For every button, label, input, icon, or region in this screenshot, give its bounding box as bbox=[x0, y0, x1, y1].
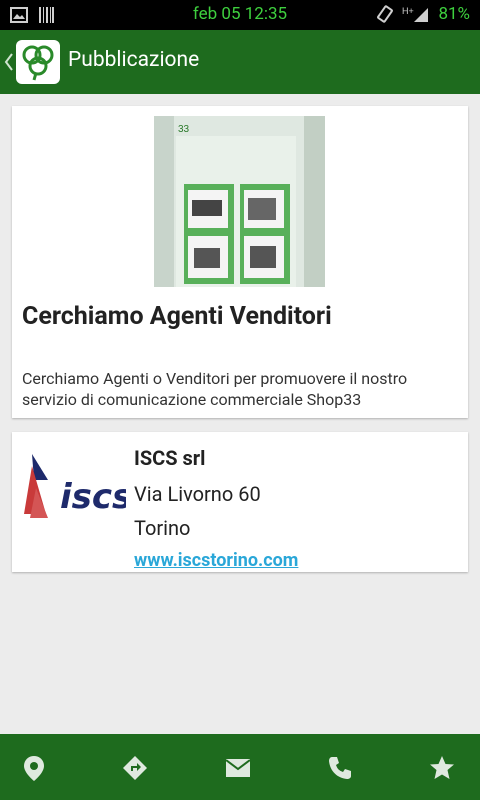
svg-text:H+: H+ bbox=[402, 6, 414, 16]
star-icon[interactable] bbox=[428, 754, 456, 782]
rotation-icon bbox=[377, 5, 394, 23]
clover-icon bbox=[22, 45, 54, 81]
post-description: Cerchiamo Agenti o Venditori per promuov… bbox=[22, 369, 408, 409]
company-name: ISCS srl bbox=[134, 446, 206, 470]
signal-icon: H+ bbox=[402, 6, 429, 22]
post-title: Cerchiamo Agenti Venditori bbox=[22, 302, 332, 331]
company-address: Via Livorno 60 bbox=[134, 482, 261, 506]
sail-logo: iscs bbox=[24, 454, 132, 518]
battery-level: 81% bbox=[438, 4, 470, 24]
company-website-link[interactable]: www.iscstorino.com bbox=[134, 550, 298, 571]
status-bar: feb 05 12:35 H+ 81% bbox=[0, 0, 480, 30]
post-photo: 33 bbox=[154, 116, 325, 287]
directions-icon[interactable] bbox=[121, 754, 149, 782]
company-info: ISCS srl Via Livorno 60 Torino www.iscst… bbox=[134, 446, 298, 571]
phone-icon[interactable] bbox=[326, 754, 354, 782]
email-icon[interactable] bbox=[224, 754, 252, 782]
location-pin-icon[interactable] bbox=[20, 754, 48, 782]
post-card: 33 Cerchiamo Agenti Venditori Cerchiamo … bbox=[12, 106, 468, 418]
status-right: H+ 81% bbox=[376, 4, 470, 24]
app-bar: Pubblicazione bbox=[0, 30, 480, 94]
back-chevron-icon[interactable] bbox=[4, 52, 14, 72]
app-logo[interactable] bbox=[16, 40, 60, 84]
post-image: 33 bbox=[154, 116, 325, 287]
company-logo-text: iscs bbox=[60, 477, 126, 517]
company-card: iscs ISCS srl Via Livorno 60 Torino www.… bbox=[12, 432, 468, 572]
svg-text:33: 33 bbox=[178, 124, 190, 135]
company-city: Torino bbox=[134, 516, 191, 540]
company-logo: iscs bbox=[22, 448, 132, 524]
bottom-action-bar bbox=[0, 734, 480, 800]
page-title: Pubblicazione bbox=[68, 48, 200, 72]
